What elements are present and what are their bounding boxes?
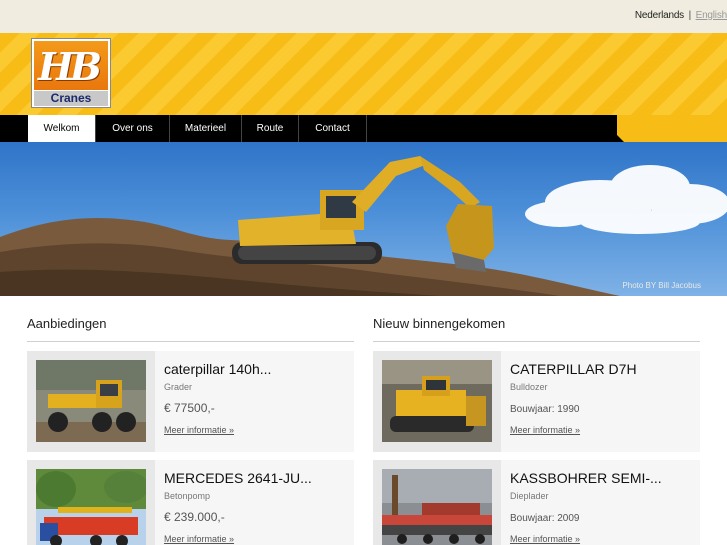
- offer-price: € 239.000,-: [164, 510, 225, 524]
- offer-price: € 77500,-: [164, 401, 215, 415]
- more-info-link[interactable]: Meer informatie »: [164, 425, 234, 435]
- new-arrival-year: Bouwjaar: 1990: [510, 404, 580, 415]
- offers-divider: [27, 341, 354, 342]
- more-info-link[interactable]: Meer informatie »: [510, 425, 580, 435]
- offer-category: Grader: [164, 382, 193, 392]
- new-arrival-category: Dieplader: [510, 491, 549, 501]
- concrete-pump-photo[interactable]: [36, 469, 146, 545]
- content-section: Aanbiedingen caterpillar 140h... Grader …: [0, 296, 727, 545]
- new-arrival-name[interactable]: CATERPILLAR D7H: [510, 361, 696, 377]
- logo-name-plate: Cranes: [34, 91, 108, 106]
- language-switcher: Nederlands | English: [635, 10, 727, 21]
- new-arrival-info: KASSBOHRER SEMI-... Dieplader Bouwjaar: …: [510, 470, 696, 545]
- nav-item-welkom[interactable]: Welkom: [28, 115, 96, 142]
- new-arrivals-divider: [373, 341, 700, 342]
- new-arrival-category: Bulldozer: [510, 382, 548, 392]
- language-separator: |: [688, 10, 692, 21]
- offer-card[interactable]: MERCEDES 2641-JU... Betonpomp € 239.000,…: [27, 460, 354, 545]
- offer-name[interactable]: caterpillar 140h...: [164, 361, 350, 377]
- offer-card[interactable]: caterpillar 140h... Grader € 77500,- Mee…: [27, 351, 354, 452]
- new-arrivals-title: Nieuw binnengekomen: [373, 316, 506, 331]
- nav-item-materieel[interactable]: Materieel: [170, 115, 242, 142]
- logo-emblem: HB: [34, 41, 108, 90]
- hero-banner: Photo BY Bill Jacobus: [0, 142, 727, 296]
- photo-credit: Photo BY Bill Jacobus: [622, 281, 701, 290]
- grader-photo[interactable]: [36, 360, 146, 442]
- nav-item-contact[interactable]: Contact: [299, 115, 367, 142]
- nav-item-over-ons[interactable]: Over ons: [96, 115, 170, 142]
- language-bar: Nederlands | English: [0, 0, 727, 33]
- language-nl-link[interactable]: Nederlands: [635, 10, 684, 21]
- new-arrival-info: CATERPILLAR D7H Bulldozer Bouwjaar: 1990…: [510, 361, 696, 438]
- language-en-link[interactable]: English: [696, 10, 727, 21]
- more-info-link[interactable]: Meer informatie »: [164, 534, 234, 544]
- main-nav: Welkom Over ons Materieel Route Contact: [28, 115, 367, 142]
- logo-letters: HB: [38, 44, 102, 89]
- site-header: HB Cranes: [0, 33, 727, 115]
- offer-thumb-frame: [27, 460, 155, 545]
- cloud-shape: [525, 165, 727, 234]
- new-arrival-card[interactable]: KASSBOHRER SEMI-... Dieplader Bouwjaar: …: [373, 460, 700, 545]
- hb-cranes-logo[interactable]: HB Cranes: [31, 38, 111, 108]
- offer-info: MERCEDES 2641-JU... Betonpomp € 239.000,…: [164, 470, 350, 545]
- bulldozer-photo[interactable]: [382, 360, 492, 442]
- new-arrival-thumb-frame: [373, 351, 501, 452]
- new-arrival-thumb-frame: [373, 460, 501, 545]
- new-arrival-card[interactable]: CATERPILLAR D7H Bulldozer Bouwjaar: 1990…: [373, 351, 700, 452]
- offers-title: Aanbiedingen: [27, 316, 107, 331]
- offer-info: caterpillar 140h... Grader € 77500,- Mee…: [164, 361, 350, 438]
- nav-item-route[interactable]: Route: [242, 115, 299, 142]
- offer-thumb-frame: [27, 351, 155, 452]
- new-arrival-name[interactable]: KASSBOHRER SEMI-...: [510, 470, 696, 486]
- hero-excavator-image: [0, 156, 727, 296]
- low-loader-photo[interactable]: [382, 469, 492, 545]
- offer-name[interactable]: MERCEDES 2641-JU...: [164, 470, 350, 486]
- offer-category: Betonpomp: [164, 491, 211, 501]
- logo-name: Cranes: [50, 91, 92, 105]
- more-info-link[interactable]: Meer informatie »: [510, 534, 580, 544]
- new-arrival-year: Bouwjaar: 2009: [510, 513, 580, 524]
